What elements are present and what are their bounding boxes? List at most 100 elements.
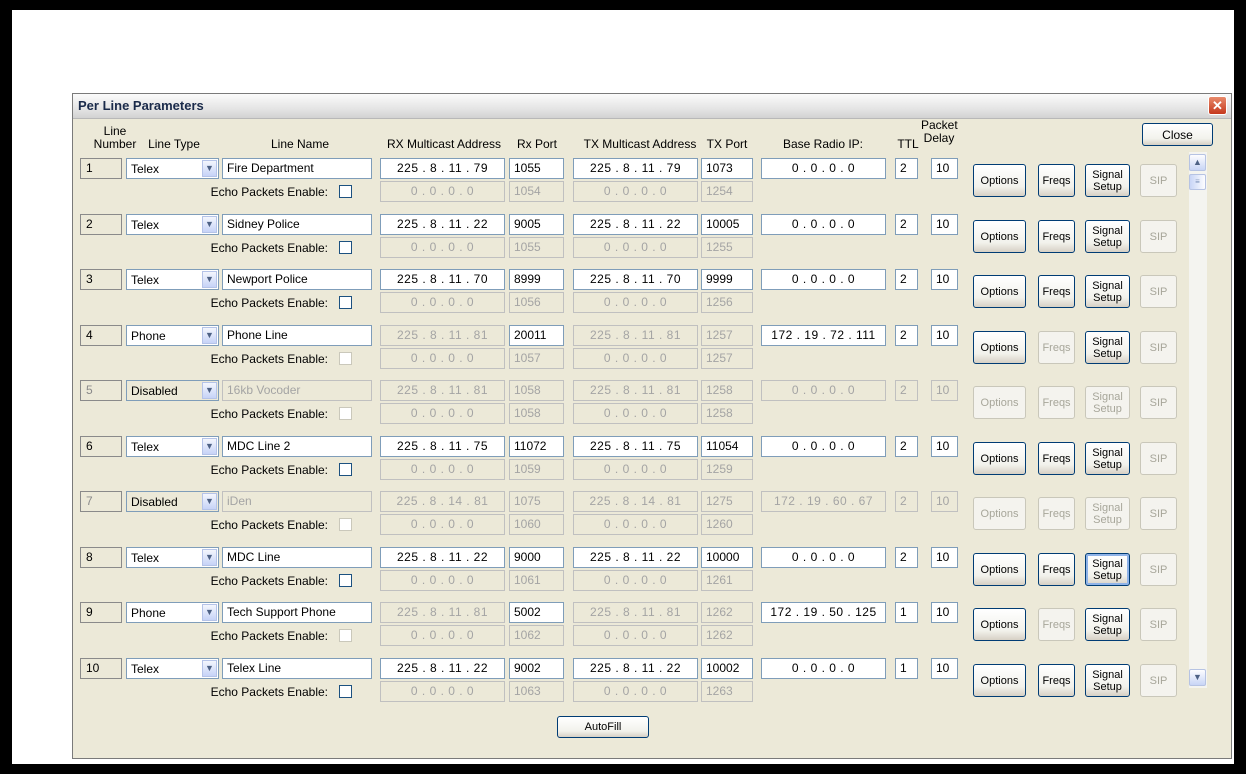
autofill-button[interactable]: AutoFill (557, 716, 649, 738)
rx-multicast-address-secondary[interactable]: 0 . 0 . 0 . 0 (380, 625, 505, 646)
rx-port-input[interactable]: 1075 (509, 491, 564, 512)
rx-multicast-address[interactable]: 225 . 8 . 11 . 22 (380, 214, 505, 235)
tx-multicast-address-secondary[interactable]: 0 . 0 . 0 . 0 (573, 292, 698, 313)
tx-port-input[interactable]: 9999 (701, 269, 753, 290)
freqs-button[interactable]: Freqs (1038, 275, 1075, 308)
rx-port-input[interactable]: 9000 (509, 547, 564, 568)
options-button[interactable]: Options (973, 497, 1026, 530)
ttl-input[interactable]: 2 (895, 380, 918, 401)
chevron-down-icon[interactable]: ▼ (202, 438, 217, 455)
echo-packets-checkbox[interactable] (339, 463, 352, 476)
scroll-down-button[interactable]: ▼ (1189, 669, 1206, 686)
freqs-button[interactable]: Freqs (1038, 220, 1075, 253)
tx-multicast-address[interactable]: 225 . 8 . 11 . 22 (573, 214, 698, 235)
vertical-scrollbar[interactable]: ▲ ≡ ▼ (1189, 152, 1207, 688)
freqs-button[interactable]: Freqs (1038, 331, 1075, 364)
line-type-dropdown[interactable]: Disabled ▼ (126, 380, 219, 401)
freqs-button[interactable]: Freqs (1038, 497, 1075, 530)
base-radio-ip[interactable]: 172 . 19 . 72 . 111 (761, 325, 886, 346)
tx-multicast-address[interactable]: 225 . 8 . 11 . 81 (573, 380, 698, 401)
rx-multicast-address[interactable]: 225 . 8 . 11 . 81 (380, 602, 505, 623)
rx-port-secondary[interactable]: 1060 (509, 514, 564, 535)
echo-packets-checkbox[interactable] (339, 185, 352, 198)
tx-port-input[interactable]: 10000 (701, 547, 753, 568)
chevron-down-icon[interactable]: ▼ (202, 604, 217, 621)
options-button[interactable]: Options (973, 442, 1026, 475)
tx-multicast-address-secondary[interactable]: 0 . 0 . 0 . 0 (573, 570, 698, 591)
tx-port-secondary[interactable]: 1260 (701, 514, 753, 535)
packet-delay-input[interactable]: 10 (931, 658, 958, 679)
packet-delay-input[interactable]: 10 (931, 436, 958, 457)
rx-port-input[interactable]: 11072 (509, 436, 564, 457)
chevron-down-icon[interactable]: ▼ (202, 216, 217, 233)
signal-setup-button[interactable]: Signal Setup (1085, 608, 1130, 641)
ttl-input[interactable]: 2 (895, 491, 918, 512)
tx-port-input[interactable]: 11054 (701, 436, 753, 457)
rx-port-secondary[interactable]: 1059 (509, 459, 564, 480)
rx-port-input[interactable]: 8999 (509, 269, 564, 290)
options-button[interactable]: Options (973, 220, 1026, 253)
rx-port-secondary[interactable]: 1054 (509, 181, 564, 202)
rx-port-input[interactable]: 9005 (509, 214, 564, 235)
rx-multicast-address[interactable]: 225 . 8 . 11 . 81 (380, 325, 505, 346)
packet-delay-input[interactable]: 10 (931, 547, 958, 568)
options-button[interactable]: Options (973, 386, 1026, 419)
line-type-dropdown[interactable]: Telex ▼ (126, 214, 219, 235)
ttl-input[interactable]: 2 (895, 547, 918, 568)
line-name-input[interactable]: Telex Line (222, 658, 372, 679)
signal-setup-button[interactable]: Signal Setup (1085, 164, 1130, 197)
tx-port-input[interactable]: 1262 (701, 602, 753, 623)
rx-port-secondary[interactable]: 1062 (509, 625, 564, 646)
freqs-button[interactable]: Freqs (1038, 553, 1075, 586)
line-name-input[interactable]: Newport Police (222, 269, 372, 290)
echo-packets-checkbox[interactable] (339, 352, 352, 365)
tx-port-input[interactable]: 1073 (701, 158, 753, 179)
tx-multicast-address-secondary[interactable]: 0 . 0 . 0 . 0 (573, 681, 698, 702)
rx-multicast-address-secondary[interactable]: 0 . 0 . 0 . 0 (380, 237, 505, 258)
signal-setup-button[interactable]: Signal Setup (1085, 497, 1130, 530)
rx-multicast-address-secondary[interactable]: 0 . 0 . 0 . 0 (380, 570, 505, 591)
sip-button[interactable]: SIP (1140, 664, 1177, 697)
signal-setup-button[interactable]: Signal Setup (1085, 331, 1130, 364)
ttl-input[interactable]: 2 (895, 158, 918, 179)
rx-multicast-address[interactable]: 225 . 8 . 11 . 70 (380, 269, 505, 290)
rx-multicast-address-secondary[interactable]: 0 . 0 . 0 . 0 (380, 681, 505, 702)
freqs-button[interactable]: Freqs (1038, 386, 1075, 419)
base-radio-ip[interactable]: 0 . 0 . 0 . 0 (761, 158, 886, 179)
chevron-down-icon[interactable]: ▼ (202, 660, 217, 677)
chevron-down-icon[interactable]: ▼ (202, 327, 217, 344)
line-name-input[interactable]: Tech Support Phone (222, 602, 372, 623)
sip-button[interactable]: SIP (1140, 275, 1177, 308)
tx-port-input[interactable]: 10002 (701, 658, 753, 679)
packet-delay-input[interactable]: 10 (931, 491, 958, 512)
signal-setup-button[interactable]: Signal Setup (1085, 442, 1130, 475)
rx-port-secondary[interactable]: 1058 (509, 403, 564, 424)
options-button[interactable]: Options (973, 608, 1026, 641)
line-name-input[interactable]: MDC Line (222, 547, 372, 568)
base-radio-ip[interactable]: 172 . 19 . 60 . 67 (761, 491, 886, 512)
signal-setup-button[interactable]: Signal Setup (1085, 386, 1130, 419)
tx-multicast-address-secondary[interactable]: 0 . 0 . 0 . 0 (573, 403, 698, 424)
line-type-dropdown[interactable]: Phone ▼ (126, 602, 219, 623)
rx-multicast-address[interactable]: 225 . 8 . 11 . 75 (380, 436, 505, 457)
tx-multicast-address-secondary[interactable]: 0 . 0 . 0 . 0 (573, 237, 698, 258)
freqs-button[interactable]: Freqs (1038, 442, 1075, 475)
signal-setup-button[interactable]: Signal Setup (1085, 664, 1130, 697)
rx-port-secondary[interactable]: 1055 (509, 237, 564, 258)
rx-multicast-address-secondary[interactable]: 0 . 0 . 0 . 0 (380, 403, 505, 424)
signal-setup-button[interactable]: Signal Setup (1085, 275, 1130, 308)
line-name-input[interactable]: MDC Line 2 (222, 436, 372, 457)
rx-multicast-address-secondary[interactable]: 0 . 0 . 0 . 0 (380, 514, 505, 535)
rx-multicast-address-secondary[interactable]: 0 . 0 . 0 . 0 (380, 292, 505, 313)
rx-port-secondary[interactable]: 1061 (509, 570, 564, 591)
rx-port-secondary[interactable]: 1063 (509, 681, 564, 702)
chevron-down-icon[interactable]: ▼ (202, 493, 217, 510)
rx-multicast-address[interactable]: 225 . 8 . 11 . 79 (380, 158, 505, 179)
rx-multicast-address-secondary[interactable]: 0 . 0 . 0 . 0 (380, 348, 505, 369)
sip-button[interactable]: SIP (1140, 331, 1177, 364)
tx-port-secondary[interactable]: 1262 (701, 625, 753, 646)
rx-multicast-address-secondary[interactable]: 0 . 0 . 0 . 0 (380, 459, 505, 480)
options-button[interactable]: Options (973, 275, 1026, 308)
freqs-button[interactable]: Freqs (1038, 608, 1075, 641)
chevron-down-icon[interactable]: ▼ (202, 382, 217, 399)
